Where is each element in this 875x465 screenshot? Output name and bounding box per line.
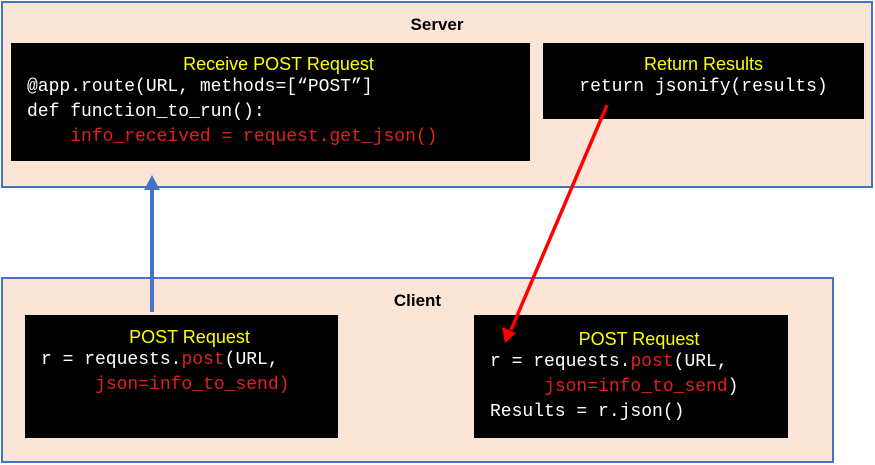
response-arrow-head bbox=[502, 327, 516, 343]
response-arrow-down bbox=[502, 104, 609, 343]
request-arrow-up bbox=[144, 175, 160, 312]
arrows-layer bbox=[144, 104, 609, 343]
response-arrow-shaft bbox=[509, 104, 609, 331]
request-arrow-head bbox=[144, 175, 160, 190]
